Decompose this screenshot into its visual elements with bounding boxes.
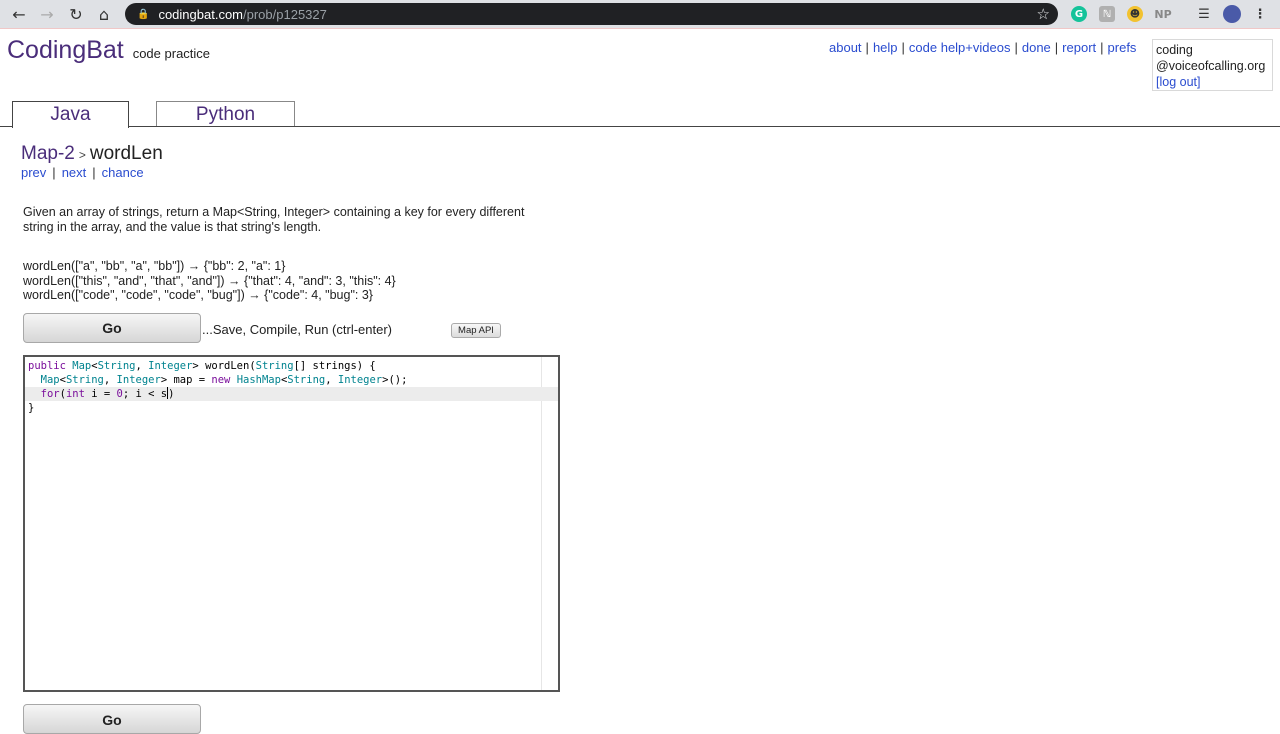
lock-icon: 🔒: [137, 8, 150, 20]
url-host: codingbat.com: [158, 6, 244, 22]
breadcrumb-separator: >: [78, 148, 86, 162]
profile-avatar[interactable]: [1223, 5, 1241, 23]
grammarly-extension-icon[interactable]: G: [1071, 6, 1087, 22]
reload-icon[interactable]: ↻: [65, 4, 87, 24]
text-cursor: [167, 387, 169, 399]
url-path: /prob/p125327: [243, 6, 327, 22]
np-extension-icon[interactable]: NP: [1153, 6, 1173, 22]
user-box: coding @voiceofcalling.org [log out]: [1152, 39, 1273, 91]
code-line-active[interactable]: for(int i = 0; i < s): [25, 387, 558, 401]
code-line[interactable]: Map<String, Integer> map = new HashMap<S…: [25, 373, 558, 387]
extension-icon[interactable]: ℕ: [1099, 6, 1115, 22]
menu-dots-icon[interactable]: ⋮: [1252, 6, 1268, 22]
user-name-line1: coding: [1156, 43, 1193, 57]
example-line: wordLen(["code", "code", "code", "bug"])…: [23, 288, 373, 302]
browser-toolbar: ← → ↻ ⌂ 🔒 codingbat.com/prob/p125327 ☆ G…: [0, 0, 1280, 29]
prev-link[interactable]: prev: [21, 165, 46, 180]
examples: wordLen(["a", "bb", "a", "bb"]) → {"bb":…: [23, 259, 396, 303]
bookmark-star-icon[interactable]: ☆: [1037, 5, 1050, 23]
example-line: wordLen(["this", "and", "that", "and"]) …: [23, 273, 396, 288]
prefs-link[interactable]: prefs: [1108, 40, 1137, 55]
tab-java[interactable]: Java: [12, 101, 129, 128]
address-bar[interactable]: 🔒 codingbat.com/prob/p125327 ☆: [125, 3, 1058, 25]
code-line[interactable]: }: [25, 401, 558, 415]
logout-link[interactable]: [log out]: [1156, 75, 1200, 89]
code-help-videos-link[interactable]: code help+videos: [909, 40, 1011, 55]
logo-text: CodingBat: [7, 36, 124, 64]
forward-arrow-icon[interactable]: →: [36, 4, 58, 24]
help-link[interactable]: help: [873, 40, 898, 55]
go-button[interactable]: Go: [23, 313, 201, 343]
code-editor[interactable]: public Map<String, Integer> wordLen(Stri…: [23, 355, 560, 692]
sunglasses-extension-icon[interactable]: ☻: [1127, 6, 1143, 22]
home-icon[interactable]: ⌂: [93, 4, 115, 24]
back-arrow-icon[interactable]: ←: [8, 4, 30, 24]
next-link[interactable]: next: [62, 165, 87, 180]
code-line[interactable]: public Map<String, Integer> wordLen(Stri…: [25, 359, 558, 373]
example-line: wordLen(["a", "bb", "a", "bb"]) → {"bb":…: [23, 259, 286, 273]
problem-nav: prev | next | chance: [21, 165, 144, 180]
about-link[interactable]: about: [829, 40, 862, 55]
user-name-line2: @voiceofcalling.org: [1156, 59, 1266, 73]
save-hint: ...Save, Compile, Run (ctrl-enter): [202, 322, 393, 337]
category-link[interactable]: Map-2: [21, 143, 75, 164]
problem-name: wordLen: [89, 143, 163, 164]
site-logo[interactable]: CodingBat code practice: [7, 36, 210, 65]
tab-divider: [0, 126, 1280, 127]
chance-link[interactable]: chance: [102, 165, 144, 180]
go-button-bottom[interactable]: Go: [23, 704, 201, 734]
map-api-button[interactable]: Map API: [451, 323, 501, 338]
logo-tagline: code practice: [132, 46, 211, 61]
report-link[interactable]: report: [1062, 40, 1096, 55]
tab-python[interactable]: Python: [156, 101, 295, 127]
done-link[interactable]: done: [1022, 40, 1051, 55]
reading-list-icon[interactable]: ☰: [1196, 6, 1212, 22]
top-nav: about | help | code help+videos | done | report |…: [829, 40, 1137, 55]
problem-description: Given an array of strings, return a Map<…: [23, 205, 525, 234]
breadcrumb: Map-2 > wordLen: [21, 143, 163, 165]
